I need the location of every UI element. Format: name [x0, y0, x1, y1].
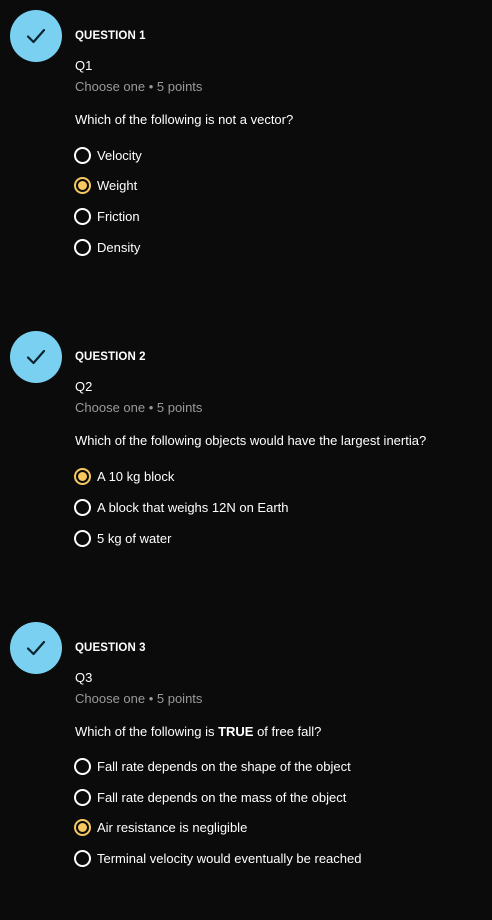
question-header: QUESTION 3	[75, 642, 146, 654]
question-title: Q1	[75, 58, 93, 73]
option-label: Friction	[97, 208, 140, 224]
check-icon	[10, 331, 62, 383]
question-meta: Choose one • 5 points	[75, 691, 203, 706]
question-header: QUESTION 2	[75, 351, 146, 363]
option-air-resistance[interactable]: Air resistance is negligible	[74, 817, 247, 837]
radio-button[interactable]	[74, 788, 91, 806]
option-label: A block that weighs 12N on Earth	[97, 499, 289, 515]
radio-button[interactable]	[74, 757, 91, 775]
option-label: Density	[97, 239, 141, 255]
radio-button-selected[interactable]	[74, 176, 91, 194]
question-meta: Choose one • 5 points	[75, 79, 203, 94]
option-label: Velocity	[97, 147, 142, 163]
radio-button-selected[interactable]	[74, 818, 91, 836]
radio-button[interactable]	[74, 529, 91, 547]
question-meta: Choose one • 5 points	[75, 400, 203, 415]
radio-button[interactable]	[74, 238, 91, 256]
option-weight[interactable]: Weight	[74, 175, 137, 195]
radio-button[interactable]	[74, 849, 91, 867]
option-label: A 10 kg block	[97, 468, 175, 484]
option-velocity[interactable]: Velocity	[74, 145, 142, 165]
radio-button-selected[interactable]	[74, 467, 91, 485]
question-title: Q3	[75, 670, 93, 685]
question-prompt: Which of the following is not a vector?	[75, 112, 294, 127]
option-label: Fall rate depends on the mass of the obj…	[97, 789, 347, 805]
option-label: Air resistance is negligible	[97, 819, 248, 835]
option-friction[interactable]: Friction	[74, 206, 140, 226]
check-icon	[10, 622, 62, 674]
option-shape[interactable]: Fall rate depends on the shape of the ob…	[74, 756, 351, 776]
option-10kg-block[interactable]: A 10 kg block	[74, 466, 174, 486]
option-label: 5 kg of water	[97, 530, 172, 546]
radio-button[interactable]	[74, 146, 91, 164]
question-title: Q2	[75, 379, 93, 394]
radio-button[interactable]	[74, 498, 91, 516]
radio-button[interactable]	[74, 207, 91, 225]
option-density[interactable]: Density	[74, 237, 140, 257]
option-label: Terminal velocity would eventually be re…	[97, 850, 362, 866]
option-5kg-water[interactable]: 5 kg of water	[74, 528, 171, 548]
question-prompt: Which of the following objects would hav…	[75, 433, 427, 448]
question-header: QUESTION 1	[75, 30, 146, 42]
option-label: Weight	[97, 177, 138, 193]
option-terminal-velocity[interactable]: Terminal velocity would eventually be re…	[74, 848, 361, 868]
option-label: Fall rate depends on the shape of the ob…	[97, 758, 351, 774]
question-prompt: Which of the following is TRUE of free f…	[75, 724, 322, 739]
option-12n-block[interactable]: A block that weighs 12N on Earth	[74, 497, 289, 517]
option-mass[interactable]: Fall rate depends on the mass of the obj…	[74, 787, 346, 807]
check-icon	[10, 10, 62, 62]
